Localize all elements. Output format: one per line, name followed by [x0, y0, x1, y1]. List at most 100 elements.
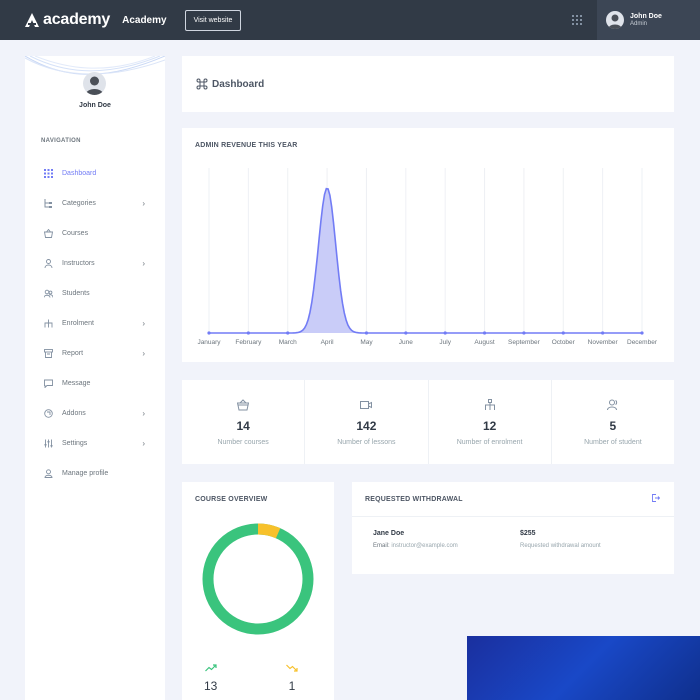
sidebar-item-enrolment[interactable]: Enrolment ›: [25, 308, 165, 338]
x-tick-label: May: [360, 339, 373, 346]
stat-value: 12: [482, 419, 497, 433]
data-point[interactable]: [522, 331, 526, 335]
nav-section-title: NAVIGATION: [41, 138, 81, 144]
sidebar-item-label: Settings: [62, 439, 88, 447]
categories-icon: [44, 198, 53, 208]
email-label: Email:: [373, 543, 390, 549]
students-icon: [44, 289, 53, 298]
enrolment-icon: [44, 319, 53, 328]
sidebar-item-label: Categories: [62, 199, 96, 207]
revenue-chart-card: ADMIN REVENUE THIS YEAR January February M…: [182, 128, 674, 362]
sidebar-item-label: Courses: [62, 229, 89, 237]
user-name: John Doe: [630, 12, 662, 20]
data-point[interactable]: [601, 331, 605, 335]
stat-students[interactable]: 5 Number of student: [552, 380, 674, 464]
data-point[interactable]: [286, 331, 290, 335]
message-icon: [44, 379, 53, 388]
blue-decoration: [467, 636, 700, 700]
x-tick-label: June: [399, 339, 413, 346]
sidebar-item-instructors[interactable]: Instructors ›: [25, 248, 165, 278]
divider: [352, 516, 674, 517]
revenue-area: [209, 188, 642, 333]
data-point[interactable]: [404, 331, 408, 335]
user-menu[interactable]: John Doe Admin: [597, 0, 700, 40]
data-point[interactable]: [443, 331, 447, 335]
overview-pending-stat: 1: [286, 664, 298, 693]
nav-list: Dashboard Categories › Courses Instructo…: [25, 158, 165, 488]
chevron-right-icon: ›: [142, 438, 145, 448]
withdrawal-card: REQUESTED WITHDRAWAL Jane Doe Email: ins…: [352, 482, 674, 574]
sidebar-item-addons[interactable]: Addons ›: [25, 398, 165, 428]
stat-value: 5: [609, 419, 617, 433]
sidebar-item-label: Dashboard: [62, 169, 97, 177]
settings-icon: [44, 439, 53, 448]
stat-enrolment[interactable]: 12 Number of enrolment: [429, 380, 552, 464]
sidebar-item-report[interactable]: Report ›: [25, 338, 165, 368]
stat-lessons[interactable]: 142 Number of lessons: [305, 380, 429, 464]
courses-basket-icon: [237, 399, 250, 411]
visit-website-button[interactable]: Visit website: [184, 9, 242, 31]
chevron-right-icon: ›: [142, 258, 145, 268]
revenue-line: [209, 187, 642, 334]
chevron-right-icon: ›: [142, 198, 145, 208]
sidebar-item-settings[interactable]: Settings ›: [25, 428, 165, 458]
stats-card: 14 Number courses 142 Number of lessons …: [182, 380, 674, 464]
top-navbar: academy Academy Visit website John Doe A…: [0, 0, 700, 40]
email-value: instructor@example.com: [391, 543, 458, 549]
data-point[interactable]: [640, 331, 644, 335]
sidebar-item-label: Report: [62, 349, 84, 357]
command-icon: [196, 78, 208, 90]
profile-name: John Doe: [79, 102, 111, 109]
data-point[interactable]: [207, 331, 211, 335]
stat-label: Number of student: [584, 439, 642, 446]
video-icon: [360, 401, 373, 409]
withdrawal-amount: $255: [520, 530, 536, 537]
user-role: Admin: [630, 20, 648, 27]
revenue-chart: January February March April May June July Augu…: [197, 168, 658, 346]
app-name: Academy: [122, 14, 167, 26]
withdrawal-name: Jane Doe: [373, 530, 405, 537]
donut-active-slice: [202, 523, 314, 635]
sidebar-item-dashboard[interactable]: Dashboard: [25, 158, 165, 188]
sidebar-item-label: Instructors: [62, 259, 95, 267]
instructors-icon: [44, 258, 53, 268]
sidebar-item-label: Manage profile: [62, 469, 109, 477]
course-overview-donut: [202, 523, 314, 635]
overview-title: COURSE OVERVIEW: [195, 496, 268, 503]
overview-pending-value: 1: [288, 679, 296, 693]
stat-courses[interactable]: 14 Number courses: [182, 380, 306, 464]
sidebar-item-students[interactable]: Students: [25, 278, 165, 308]
data-point[interactable]: [561, 331, 565, 335]
data-point[interactable]: [482, 331, 487, 335]
data-point[interactable]: [364, 331, 369, 335]
sidebar-item-courses[interactable]: Courses: [25, 218, 165, 248]
dashboard-icon: [44, 168, 53, 178]
sidebar-item-categories[interactable]: Categories ›: [25, 188, 165, 218]
logo[interactable]: academy: [24, 11, 110, 29]
withdrawal-amount-label: Requested withdrawal amount: [520, 543, 601, 549]
sidebar: John Doe NAVIGATION Dashboard Categories…: [25, 56, 165, 700]
sidebar-item-message[interactable]: Message: [25, 368, 165, 398]
profile-avatar[interactable]: [83, 72, 106, 95]
x-tick-label: July: [439, 339, 451, 346]
apps-grid-icon[interactable]: [572, 15, 582, 25]
avatar: [606, 11, 624, 29]
sidebar-item-label: Enrolment: [62, 319, 94, 327]
x-tick-label: October: [552, 339, 576, 346]
student-icon: [606, 399, 617, 411]
export-icon[interactable]: [652, 494, 661, 504]
data-point[interactable]: [246, 331, 250, 335]
addons-icon: [44, 408, 53, 418]
x-tick-label: April: [321, 339, 335, 346]
sidebar-item-label: Students: [62, 289, 90, 297]
withdrawal-email: Email: instructor@example.com: [373, 543, 458, 549]
page-header-card: Dashboard: [182, 56, 674, 112]
stat-label: Number of enrolment: [456, 439, 523, 446]
sidebar-item-manage-profile[interactable]: Manage profile: [25, 458, 165, 488]
profile-icon: [44, 468, 53, 478]
logo-mark-icon: [25, 13, 39, 27]
x-tick-label: August: [474, 339, 494, 346]
overview-active-value: 13: [204, 679, 218, 693]
donut-pending-slice: [257, 523, 281, 539]
chevron-right-icon: ›: [142, 318, 145, 328]
